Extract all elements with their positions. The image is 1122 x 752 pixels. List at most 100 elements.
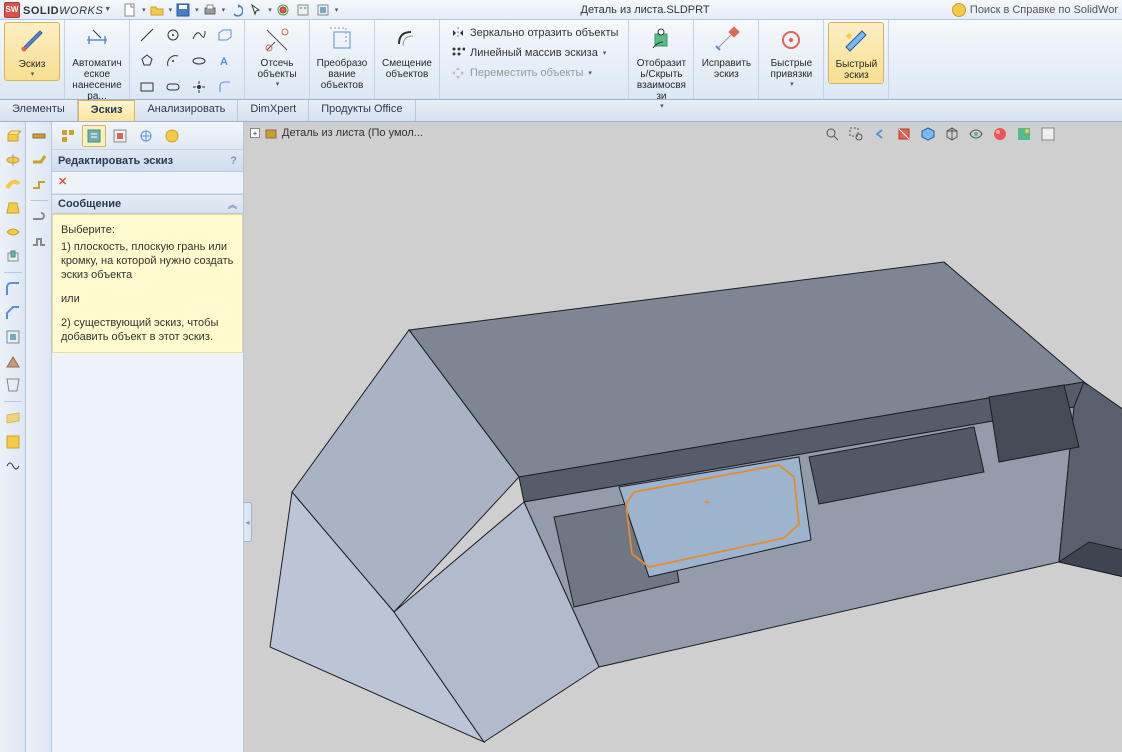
open-file-icon[interactable] [148, 1, 166, 19]
text-tool-icon[interactable]: A [214, 50, 236, 72]
message-section-header[interactable]: Сообщение ︽ [52, 194, 243, 214]
linear-pattern-button[interactable]: Линейный массив эскиза▾ [446, 44, 622, 62]
logo-badge-icon: SW [4, 2, 20, 18]
polygon-tool-icon[interactable] [136, 50, 158, 72]
view-orientation-icon[interactable] [918, 124, 938, 144]
zoom-fit-icon[interactable] [822, 124, 842, 144]
rib-icon[interactable] [3, 351, 23, 371]
dimension-icon [81, 24, 113, 56]
arc-tool-icon[interactable] [162, 50, 184, 72]
repair-icon [710, 24, 742, 56]
feature-breadcrumb[interactable]: + Деталь из листа (По умол... [250, 126, 423, 140]
close-icon[interactable]: ✕ [58, 175, 74, 191]
revolve-boss-icon[interactable] [3, 150, 23, 170]
relations-icon [645, 24, 677, 56]
document-title: Деталь из листа.SLDPRT [338, 4, 952, 16]
line-tool-icon[interactable] [136, 24, 158, 46]
sketch-icon [16, 25, 48, 57]
print-icon[interactable] [201, 1, 219, 19]
point-tool-icon[interactable] [188, 76, 210, 98]
loft-boss-icon[interactable] [3, 198, 23, 218]
dimxpert-tab-icon[interactable] [134, 125, 158, 147]
help-search-text: Поиск в Справке по SolidWor [970, 4, 1118, 16]
miter-flange-icon[interactable] [29, 174, 49, 194]
slot-tool-icon[interactable] [162, 76, 184, 98]
offset-entities-button[interactable]: Смещение объектов [379, 22, 435, 82]
rapid-sketch-icon [840, 25, 872, 57]
help-search-icon [952, 3, 966, 17]
quick-snaps-button[interactable]: Быстрые привязки ▾ [763, 22, 819, 90]
shell-icon[interactable] [3, 327, 23, 347]
rapid-sketch-button[interactable]: Быстрый эскиз [828, 22, 884, 84]
hem-icon[interactable] [29, 207, 49, 227]
tab-features[interactable]: Элементы [0, 100, 78, 121]
trim-button[interactable]: Отсечь объекты ▾ [249, 22, 305, 90]
edge-flange-icon[interactable] [29, 150, 49, 170]
smart-dimension-button[interactable]: Автоматическое нанесение ра... ▾ [69, 22, 125, 112]
convert-entities-button[interactable]: Преобразование объектов [314, 22, 370, 93]
scene-icon[interactable] [1014, 124, 1034, 144]
rectangle-tool-icon[interactable] [136, 76, 158, 98]
view-settings-icon[interactable] [1038, 124, 1058, 144]
feature-tree-tab-icon[interactable] [56, 125, 80, 147]
draft-icon[interactable] [3, 375, 23, 395]
fillet-feature-icon[interactable] [3, 279, 23, 299]
base-flange-icon[interactable] [29, 126, 49, 146]
jog-icon[interactable] [29, 231, 49, 251]
select-arrow-icon[interactable] [247, 1, 265, 19]
spline-tool-icon[interactable] [188, 24, 210, 46]
tab-office[interactable]: Продукты Office [309, 100, 415, 121]
config-tab-icon[interactable] [108, 125, 132, 147]
app-logo: SW SOLIDWORKS ▼ [0, 2, 115, 18]
zoom-area-icon[interactable] [846, 124, 866, 144]
mirror-icon [450, 25, 466, 41]
ellipse-tool-icon[interactable] [188, 50, 210, 72]
panel-tabs [52, 122, 243, 150]
appearances-tab-icon[interactable] [160, 125, 184, 147]
mirror-entities-button[interactable]: Зеркально отразить объекты [446, 24, 622, 42]
swept-boss-icon[interactable] [3, 174, 23, 194]
section-view-icon[interactable] [894, 124, 914, 144]
logo-dropdown-icon[interactable]: ▼ [104, 6, 111, 13]
quick-access-toolbar: ▾ ▾ ▾ ▾ ▾ ▾ [121, 1, 338, 19]
chamfer-icon[interactable] [3, 303, 23, 323]
command-tabs: Элементы Эскиз Анализировать DimXpert Пр… [0, 100, 1122, 122]
repair-sketch-button[interactable]: Исправить эскиз [698, 22, 754, 82]
appearance-icon[interactable] [990, 124, 1010, 144]
circle-tool-icon[interactable] [162, 24, 184, 46]
tab-sketch[interactable]: Эскиз [78, 100, 136, 121]
extrude-boss-icon[interactable] [3, 126, 23, 146]
3d-model[interactable] [254, 182, 1122, 752]
pattern-icon [450, 45, 466, 61]
curves-icon[interactable] [3, 456, 23, 476]
tab-evaluate[interactable]: Анализировать [135, 100, 238, 121]
reference-axis-icon[interactable] [3, 432, 23, 452]
property-manager: Редактировать эскиз ? ✕ Сообщение ︽ Выбе… [52, 122, 244, 752]
graphics-viewport[interactable]: + Деталь из листа (По умол... ◂ [244, 122, 1122, 752]
panel-collapse-handle[interactable]: ◂ [244, 502, 252, 542]
view-toolbar [818, 122, 1062, 146]
reference-plane-icon[interactable] [3, 408, 23, 428]
rebuild-icon[interactable] [274, 1, 292, 19]
help-search[interactable]: Поиск в Справке по SolidWor [952, 3, 1122, 17]
save-icon[interactable] [174, 1, 192, 19]
expand-icon[interactable]: + [250, 128, 260, 138]
display-style-icon[interactable] [942, 124, 962, 144]
display-relations-button[interactable]: Отобразить/Скрыть взаимосвязи ▾ [633, 22, 689, 112]
sketch-button[interactable]: Эскиз ▾ [4, 22, 60, 81]
new-file-icon[interactable] [121, 1, 139, 19]
help-icon[interactable]: ? [230, 155, 237, 167]
panel-header: Редактировать эскиз ? [52, 150, 243, 172]
undo-icon[interactable] [227, 1, 245, 19]
property-manager-tab-icon[interactable] [82, 125, 106, 147]
rectangle3d-icon[interactable] [214, 24, 236, 46]
extrude-cut-icon[interactable] [3, 246, 23, 266]
tab-dimxpert[interactable]: DimXpert [238, 100, 309, 121]
hide-show-icon[interactable] [966, 124, 986, 144]
previous-view-icon[interactable] [870, 124, 890, 144]
screen-capture-icon[interactable] [314, 1, 332, 19]
move-entities-button: Переместить объекты▾ [446, 64, 622, 82]
boundary-icon[interactable] [3, 222, 23, 242]
options-icon[interactable] [294, 1, 312, 19]
fillet-tool-icon[interactable] [214, 76, 236, 98]
